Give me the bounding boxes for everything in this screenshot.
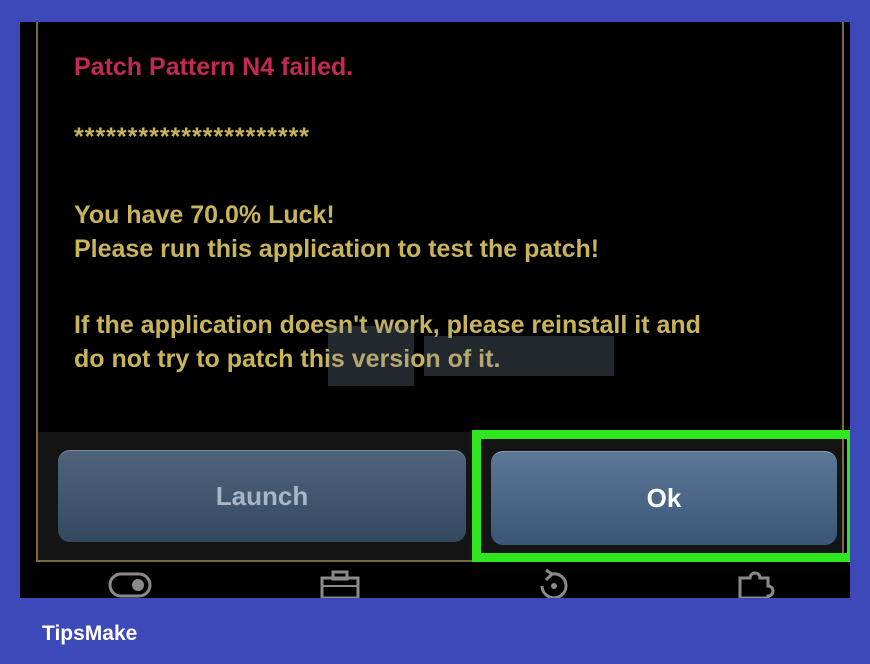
bottom-navigation: [20, 562, 850, 598]
watermark-logo: [328, 326, 614, 386]
luck-message: You have 70.0% Luck!: [74, 201, 335, 229]
launch-button[interactable]: Launch: [58, 450, 466, 542]
puzzle-icon[interactable]: [732, 568, 780, 598]
ok-button[interactable]: Ok: [491, 451, 837, 545]
restore-icon[interactable]: [528, 568, 576, 598]
toolbox-icon[interactable]: [316, 568, 364, 598]
toggle-icon[interactable]: [106, 568, 154, 598]
error-message: Patch Pattern N4 failed.: [74, 53, 354, 81]
app-screen: Patch Pattern N4 failed. ***************…: [20, 22, 850, 598]
test-message: Please run this application to test the …: [74, 235, 600, 263]
ok-button-highlight: Ok: [472, 430, 850, 562]
separator-line: **********************: [74, 123, 311, 151]
brand-label: TipsMake: [42, 622, 138, 645]
